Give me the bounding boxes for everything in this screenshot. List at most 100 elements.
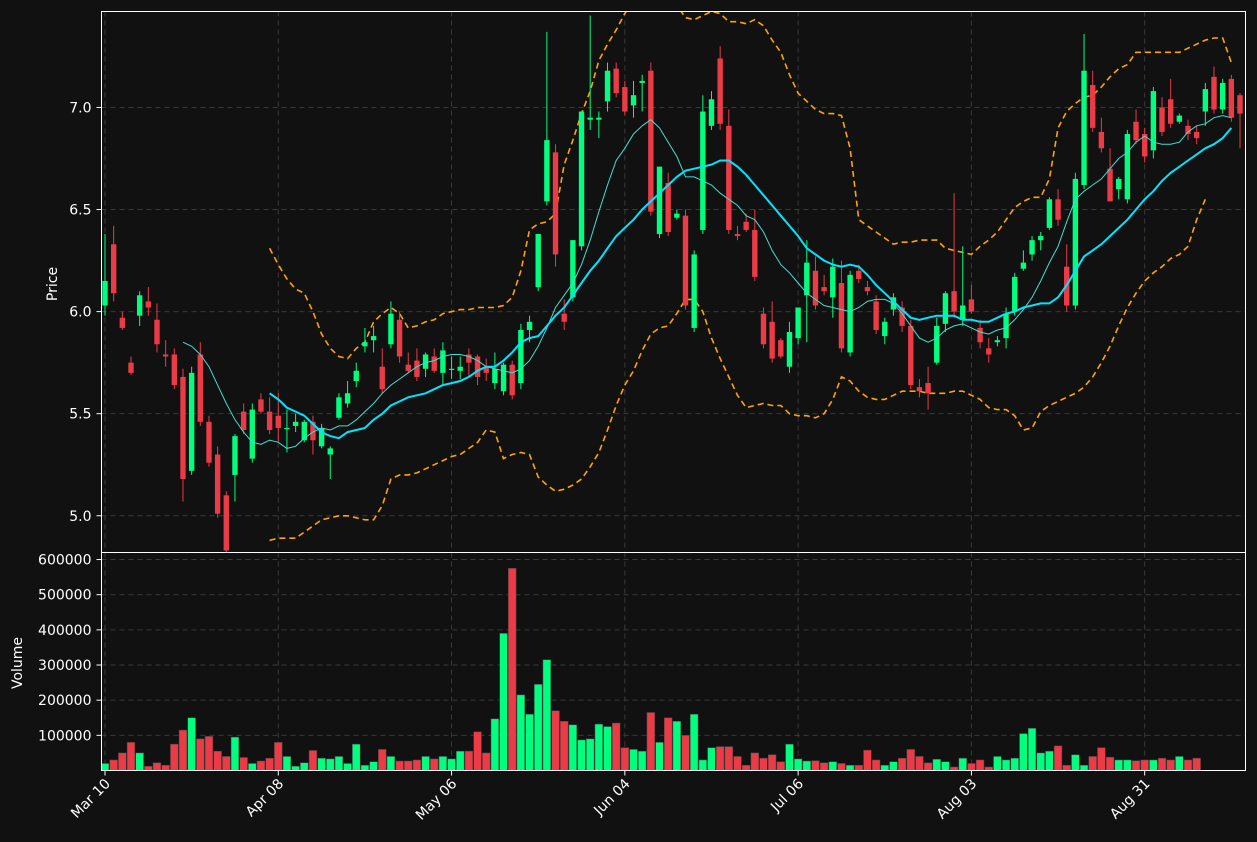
- volume-bar: [282, 756, 292, 771]
- price-axis-label: Price: [45, 267, 61, 301]
- candle: [717, 46, 723, 130]
- volume-bar: [542, 659, 552, 771]
- candle-body: [795, 307, 801, 339]
- candle-body: [830, 266, 836, 298]
- candle-body: [457, 366, 463, 371]
- candle-body: [1098, 131, 1105, 149]
- candle: [908, 319, 914, 390]
- volume-bar: [109, 759, 118, 771]
- candle-body: [162, 354, 169, 357]
- candle: [535, 234, 541, 292]
- candle: [1219, 78, 1226, 114]
- volume-bar: [499, 633, 508, 771]
- volume-tick-label: 600000: [38, 553, 91, 569]
- volume-bar: [1114, 759, 1123, 771]
- volume-bar: [690, 713, 699, 771]
- volume-bar: [1097, 747, 1106, 771]
- candle-body: [1107, 168, 1113, 202]
- candle: [249, 403, 255, 463]
- volume-bar: [170, 743, 179, 771]
- candle: [1046, 197, 1053, 230]
- volume-bar: [906, 749, 915, 771]
- candle: [726, 109, 732, 235]
- candle-body: [422, 354, 429, 369]
- volume-bar: [984, 766, 993, 771]
- candle-body: [136, 295, 143, 316]
- candle-body: [362, 342, 368, 347]
- candle-body: [648, 70, 654, 212]
- volume-bar: [889, 761, 898, 771]
- candle-body: [544, 140, 550, 202]
- candle: [518, 323, 524, 390]
- candle: [1150, 87, 1157, 159]
- volume-bar: [152, 762, 162, 771]
- candle-body: [110, 244, 117, 294]
- candle-body: [682, 215, 689, 306]
- volume-tick-label: 400000: [38, 623, 91, 639]
- candle-body: [986, 348, 992, 355]
- candle-body: [786, 332, 793, 367]
- candle-body: [864, 287, 871, 292]
- volume-bar: [698, 759, 707, 771]
- volume-bar: [508, 568, 517, 771]
- volume-bar: [975, 759, 985, 771]
- candle: [760, 307, 767, 349]
- candle-body: [1081, 70, 1087, 186]
- candle-body: [206, 421, 212, 463]
- candle-body: [1168, 99, 1174, 124]
- volume-bar: [378, 749, 387, 771]
- candle-body: [977, 327, 983, 343]
- volume-bar: [317, 757, 326, 771]
- candle: [188, 366, 195, 475]
- candle-body: [622, 87, 628, 112]
- volume-bar: [811, 760, 820, 771]
- volume-bar: [638, 750, 647, 771]
- candle-body: [492, 368, 498, 384]
- candle-body: [587, 117, 593, 120]
- volume-bar: [343, 763, 352, 771]
- candle-body: [1176, 115, 1183, 122]
- candle-body: [882, 321, 888, 337]
- candle-body: [1046, 199, 1053, 228]
- candle-body: [639, 80, 645, 83]
- candle-body: [1124, 133, 1131, 200]
- candle-body: [708, 99, 715, 126]
- candle-body: [1133, 121, 1139, 141]
- candle-body: [1237, 95, 1243, 114]
- candle-body: [258, 399, 264, 412]
- volume-bar: [603, 726, 612, 771]
- candle-body: [266, 411, 273, 431]
- volume-bar: [793, 758, 803, 771]
- candle-body: [691, 254, 697, 328]
- volume-bar: [620, 747, 629, 771]
- volume-bar: [1166, 759, 1175, 771]
- chart-background: [0, 0, 1257, 842]
- volume-bar: [612, 722, 621, 771]
- volume-bar: [958, 757, 967, 771]
- candle-body: [431, 356, 437, 371]
- volume-bar: [144, 766, 153, 771]
- candle: [847, 270, 853, 357]
- volume-bar: [724, 746, 733, 771]
- candle: [171, 348, 177, 390]
- volume-bar: [213, 750, 222, 771]
- candle-body: [154, 319, 160, 345]
- candle-body: [370, 336, 377, 341]
- volume-bar: [1053, 745, 1063, 771]
- candle-body: [994, 340, 1001, 343]
- candle-body: [327, 448, 333, 455]
- volume-bar: [1140, 759, 1149, 771]
- candle-body: [570, 240, 576, 298]
- candle: [682, 209, 689, 310]
- volume-bar: [646, 712, 655, 771]
- volume-bar: [828, 761, 837, 771]
- candle-body: [630, 95, 637, 106]
- volume-bar: [655, 742, 664, 771]
- volume-bar: [100, 763, 110, 771]
- candle-body: [1029, 240, 1035, 255]
- volume-bar: [430, 758, 439, 771]
- volume-tick-label: 200000: [38, 693, 91, 709]
- candle: [552, 144, 559, 267]
- candle-body: [968, 299, 975, 312]
- volume-bar: [568, 724, 578, 771]
